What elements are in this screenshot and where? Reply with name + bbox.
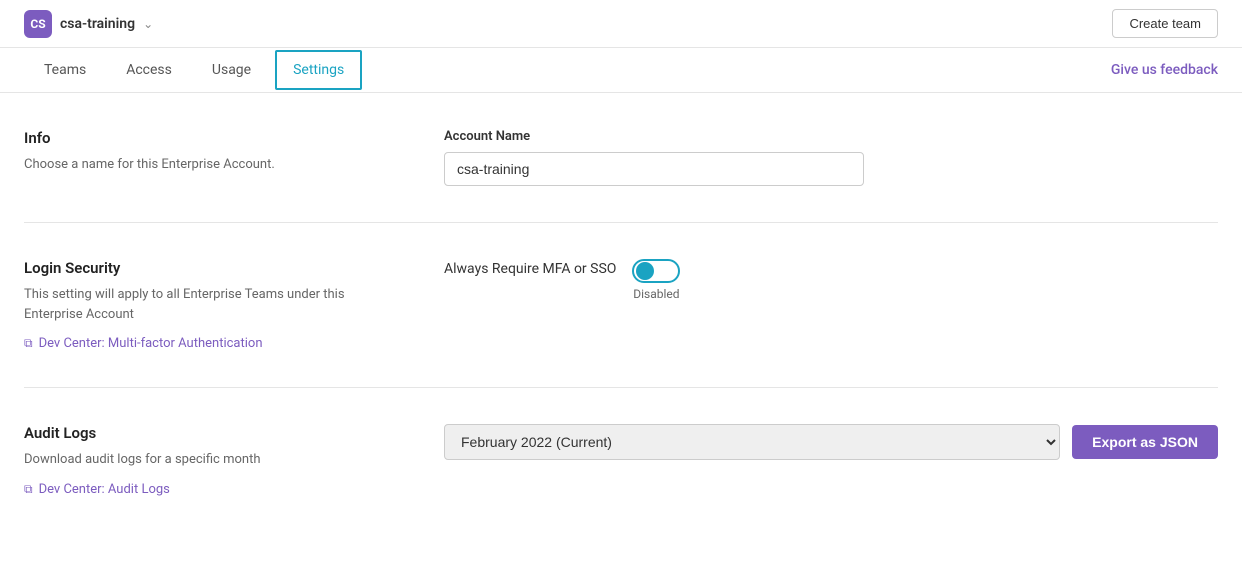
toggle-knob — [636, 262, 654, 280]
mfa-toggle-wrapper: Disabled — [632, 259, 680, 301]
org-name: csa-training — [60, 16, 135, 32]
mfa-toggle[interactable] — [632, 259, 680, 283]
avatar: CS — [24, 10, 52, 38]
info-description: Choose a name for this Enterprise Accoun… — [24, 155, 404, 175]
main-content: Info Choose a name for this Enterprise A… — [0, 93, 1242, 533]
login-security-left: Login Security This setting will apply t… — [24, 259, 404, 351]
info-section-left: Info Choose a name for this Enterprise A… — [24, 129, 404, 186]
info-section-right: Account Name — [444, 129, 1218, 186]
audit-export-row: February 2022 (Current) Export as JSON — [444, 424, 1218, 460]
external-link-icon: ⧉ — [24, 336, 33, 351]
nav-tabs: Teams Access Usage Settings Give us feed… — [0, 48, 1242, 93]
audit-dev-center-label: Dev Center: Audit Logs — [39, 482, 170, 497]
audit-logs-right: February 2022 (Current) Export as JSON — [444, 424, 1218, 497]
account-name-label: Account Name — [444, 129, 1218, 144]
feedback-link[interactable]: Give us feedback — [1111, 62, 1218, 78]
login-security-section: Login Security This setting will apply t… — [24, 223, 1218, 388]
info-title: Info — [24, 129, 404, 147]
tab-access[interactable]: Access — [106, 48, 192, 92]
export-json-button[interactable]: Export as JSON — [1072, 425, 1218, 459]
month-select[interactable]: February 2022 (Current) — [444, 424, 1060, 460]
toggle-status: Disabled — [633, 287, 679, 301]
login-security-right: Always Require MFA or SSO Disabled — [444, 259, 1218, 351]
mfa-toggle-row: Always Require MFA or SSO Disabled — [444, 259, 1218, 301]
header-left: CS csa-training ⌄ — [24, 10, 153, 38]
audit-logs-title: Audit Logs — [24, 424, 404, 442]
login-security-description: This setting will apply to all Enterpris… — [24, 285, 404, 324]
mfa-dev-center-label: Dev Center: Multi-factor Authentication — [39, 336, 263, 351]
audit-logs-description: Download audit logs for a specific month — [24, 450, 404, 470]
audit-logs-section: Audit Logs Download audit logs for a spe… — [24, 388, 1218, 533]
create-team-button[interactable]: Create team — [1112, 9, 1218, 38]
account-name-input[interactable] — [444, 152, 864, 186]
nav-tabs-list: Teams Access Usage Settings — [24, 48, 366, 92]
info-section: Info Choose a name for this Enterprise A… — [24, 93, 1218, 223]
audit-logs-left: Audit Logs Download audit logs for a spe… — [24, 424, 404, 497]
login-security-title: Login Security — [24, 259, 404, 277]
mfa-toggle-label: Always Require MFA or SSO — [444, 259, 616, 280]
tab-teams[interactable]: Teams — [24, 48, 106, 92]
header: CS csa-training ⌄ Create team — [0, 0, 1242, 48]
audit-dev-center-link[interactable]: ⧉ Dev Center: Audit Logs — [24, 482, 404, 497]
mfa-dev-center-link[interactable]: ⧉ Dev Center: Multi-factor Authenticatio… — [24, 336, 404, 351]
tab-usage[interactable]: Usage — [192, 48, 271, 92]
tab-settings[interactable]: Settings — [275, 50, 362, 90]
audit-external-link-icon: ⧉ — [24, 482, 33, 497]
chevron-down-icon: ⌄ — [143, 17, 153, 31]
